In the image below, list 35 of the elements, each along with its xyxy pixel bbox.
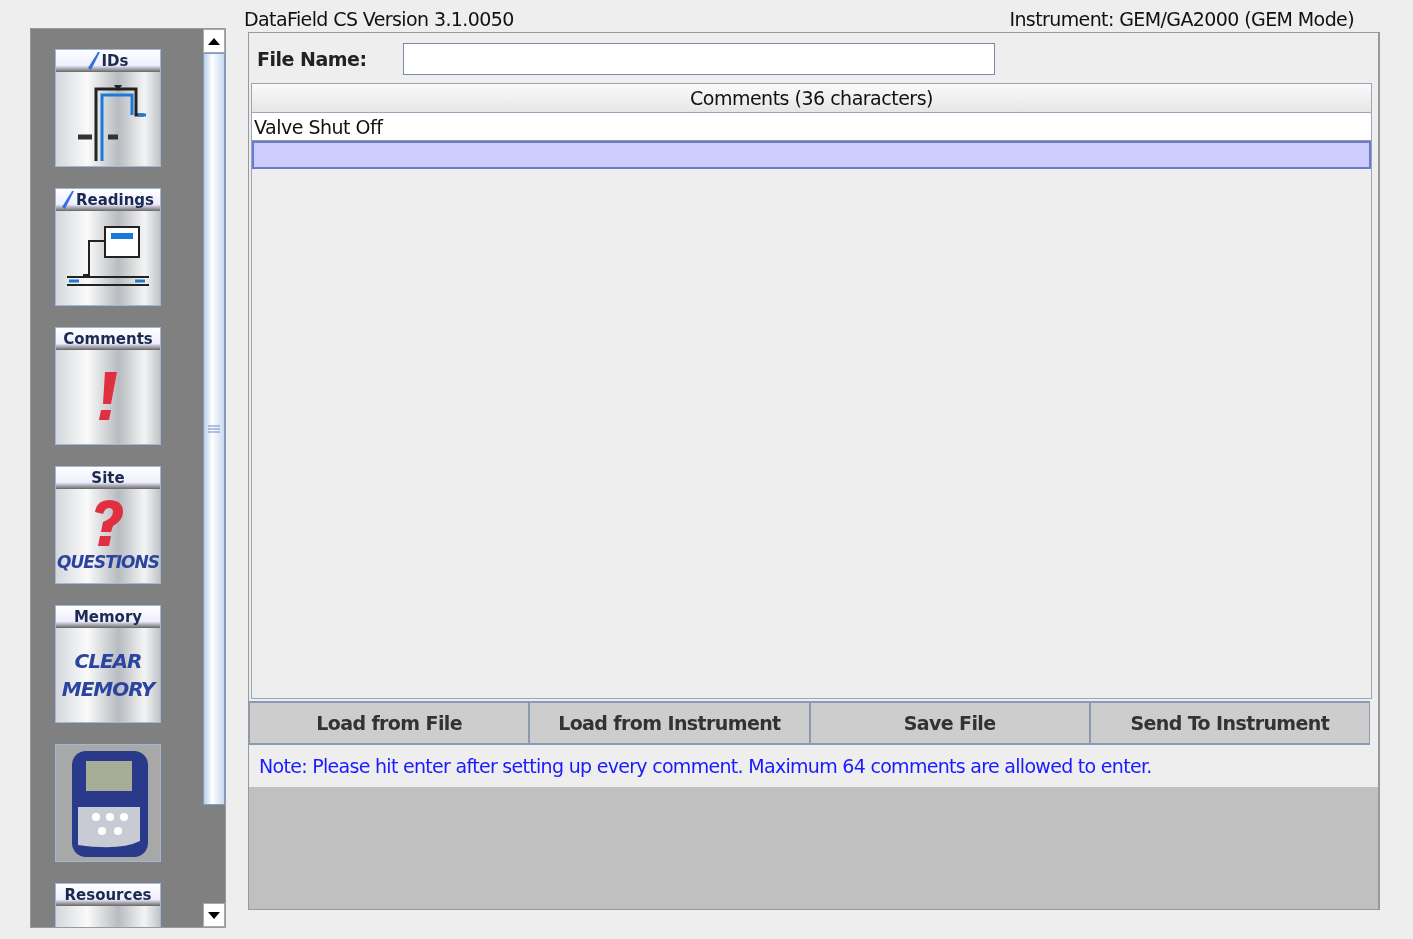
field-label: File Name: xyxy=(257,48,367,70)
note-text: Note: Please hit enter after setting up every comment. Maximum 64 comments are allowed to enter. xyxy=(258,754,1153,779)
tile-label: Resources xyxy=(64,886,152,904)
nav-tile[interactable]: Readings xyxy=(55,188,161,306)
nav-tile[interactable]: IDs xyxy=(55,49,161,167)
version-text: DataField CS Version 3.1.0050 xyxy=(244,8,514,30)
instrument-text: Instrument: GEM/GA2000 (GEM Mode) xyxy=(1009,8,1354,30)
scrollbar[interactable] xyxy=(203,29,225,927)
nav-tile[interactable]: Comments xyxy=(55,327,161,445)
check-icon xyxy=(87,52,100,70)
file-name-field[interactable] xyxy=(402,43,995,75)
action-button[interactable]: Save File xyxy=(809,701,1090,745)
table-row[interactable] xyxy=(252,141,1371,169)
nav-tile[interactable]: Resources xyxy=(55,883,161,927)
tile-art-text: CLEAR xyxy=(74,649,142,673)
check-icon xyxy=(61,191,74,209)
up-arrow-icon[interactable] xyxy=(208,37,220,45)
tile-label: IDs xyxy=(101,52,129,70)
grip-icon[interactable] xyxy=(208,425,220,433)
action-button[interactable]: Send To Instrument xyxy=(1089,701,1370,745)
table-row[interactable]: Valve Shut Off xyxy=(252,113,1371,141)
action-button[interactable]: Load from Instrument xyxy=(529,701,810,745)
column-header: Comments (36 characters) xyxy=(252,84,1371,113)
nav-tile[interactable]: Memory CLEAR MEMORY xyxy=(55,605,161,723)
tile-label: Memory xyxy=(73,608,143,626)
tile-art-text: QUESTIONS xyxy=(57,552,159,572)
tile-label: Comments xyxy=(63,330,153,348)
nav-tile[interactable]: Site QUESTIONS xyxy=(55,466,161,584)
nav-tile[interactable] xyxy=(55,744,161,862)
exclamation-icon xyxy=(97,372,119,422)
down-arrow-icon[interactable] xyxy=(208,911,220,919)
tile-art-text: MEMORY xyxy=(61,677,155,701)
action-button[interactable]: Load from File xyxy=(249,701,530,745)
tile-label: Readings xyxy=(75,191,155,209)
tile-label: Site xyxy=(91,469,125,487)
